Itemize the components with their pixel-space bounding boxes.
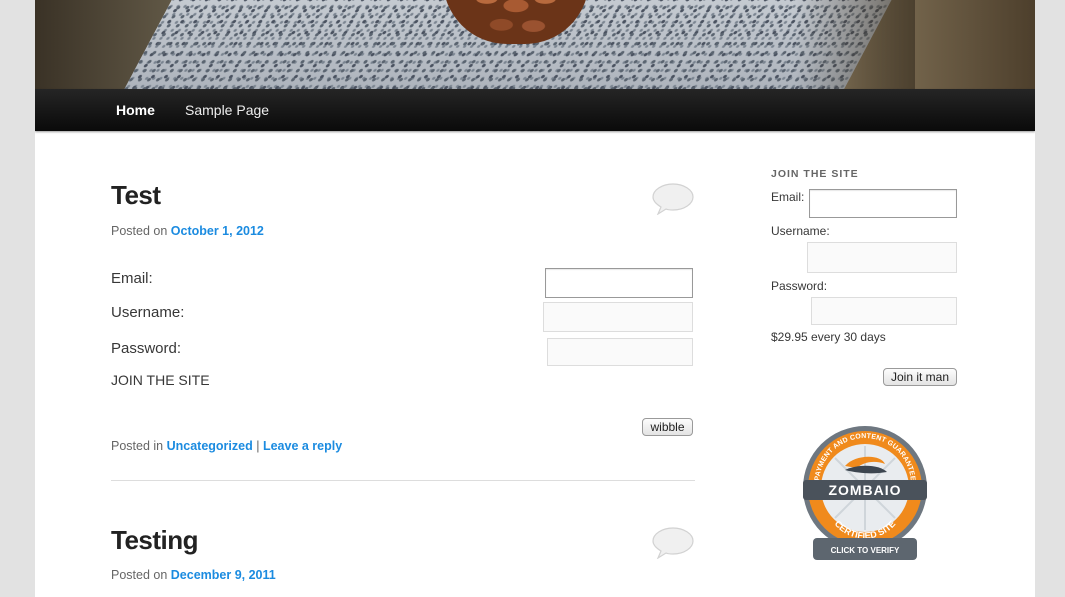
password-label: Password: (111, 340, 182, 357)
category-link[interactable]: Uncategorized (167, 439, 253, 453)
page: Home Sample Page Test Posted on October … (35, 0, 1035, 597)
zombaio-badge-icon[interactable]: PAYMENT AND CONTENT GUARANTEE ZOMBAIO CE… (801, 424, 929, 562)
header-shade (795, 0, 915, 89)
password-field[interactable] (547, 338, 693, 366)
nav-home-link[interactable]: Home (116, 102, 155, 118)
sidebar-widget-title: JOIN THE SITE (771, 168, 859, 180)
join-it-man-button[interactable]: Join it man (883, 368, 957, 386)
sidebar-password-label: Password: (771, 279, 828, 293)
nav-sample-page-link[interactable]: Sample Page (185, 102, 269, 118)
badge-verify-text: CLICK TO VERIFY (831, 546, 900, 555)
comment-bubble-icon[interactable] (652, 183, 694, 215)
username-field[interactable] (543, 302, 693, 332)
main-navigation: Home Sample Page (35, 89, 1035, 131)
post-date-link[interactable]: December 9, 2011 (171, 568, 276, 582)
sidebar-email-field[interactable] (809, 189, 957, 218)
email-label: Email: (111, 270, 153, 287)
header-image[interactable] (35, 0, 1035, 89)
leave-reply-link[interactable]: Leave a reply (263, 439, 342, 453)
badge-brand-text: ZOMBAIO (828, 482, 901, 498)
post-title-test[interactable]: Test (111, 180, 161, 211)
sidebar-username-field[interactable] (807, 242, 957, 273)
post-title-testing[interactable]: Testing (111, 525, 199, 556)
subscription-price: $29.95 every 30 days (771, 330, 886, 344)
sidebar-email-label: Email: (771, 190, 805, 204)
posted-in-text: Posted in (111, 439, 164, 453)
email-field[interactable] (545, 268, 693, 298)
posted-on-text: Posted on (111, 224, 168, 238)
post-footer: Posted in Uncategorized | Leave a reply (111, 439, 342, 453)
wibble-button[interactable]: wibble (642, 418, 693, 436)
post-date-link[interactable]: October 1, 2012 (171, 224, 264, 238)
sidebar-username-label: Username: (771, 224, 830, 238)
posted-on-text: Posted on (111, 568, 168, 582)
join-the-site-text: JOIN THE SITE (111, 372, 210, 388)
post-meta: Posted on December 9, 2011 (111, 568, 276, 582)
post-meta: Posted on October 1, 2012 (111, 224, 264, 238)
username-label: Username: (111, 304, 185, 321)
footer-separator: | (256, 439, 260, 453)
comment-bubble-icon[interactable] (652, 527, 694, 559)
sidebar-password-field[interactable] (811, 297, 957, 325)
post-divider (111, 480, 695, 481)
